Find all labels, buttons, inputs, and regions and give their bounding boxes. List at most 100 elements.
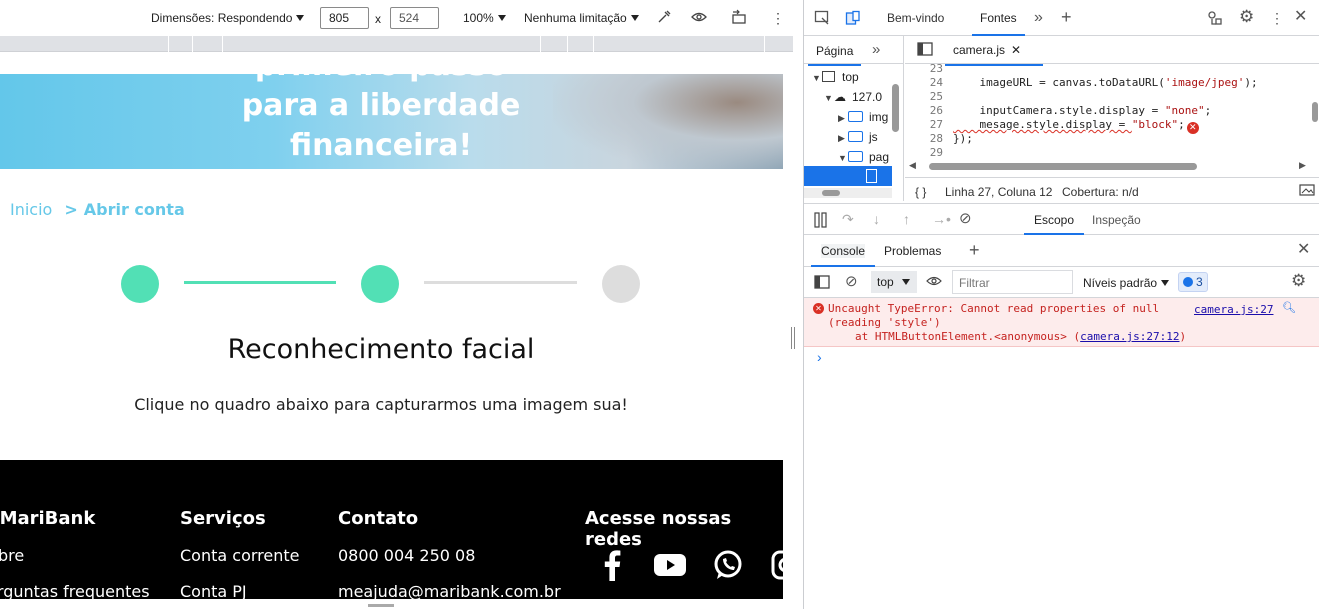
code-line[interactable]: 27 mesage.style.display = "block"; ✕ [905, 118, 1199, 134]
add-drawer-tab-icon[interactable]: + [969, 241, 980, 259]
line-number[interactable]: 25 [905, 90, 943, 104]
line-number[interactable]: 27 [905, 118, 943, 132]
line-number[interactable]: 23 [905, 62, 943, 76]
eyedropper-icon[interactable] [655, 9, 673, 27]
code-line[interactable]: 23 [905, 62, 953, 76]
code-lines[interactable]: 23 24 imageURL = canvas.toDataURL('image/… [905, 62, 1307, 165]
tree-item-selected-file[interactable] [804, 166, 892, 186]
scroll-left-icon[interactable]: ◀ [909, 160, 916, 171]
clear-console-icon[interactable]: ⊘ [845, 274, 858, 290]
console-settings-gear-icon[interactable]: ⚙ [1291, 272, 1306, 289]
footer-email[interactable]: meajuda@maribank.com.br [338, 582, 561, 599]
file-tab-camera-js[interactable]: camera.js ✕ [944, 43, 1044, 66]
code-line[interactable]: 26 inputCamera.style.display = "none"; [905, 104, 1212, 118]
device-emulation-icon[interactable] [845, 10, 861, 29]
more-options-icon[interactable]: ⋮ [1270, 10, 1284, 26]
close-tab-icon[interactable]: ✕ [1011, 43, 1021, 57]
width-input[interactable]: 805 [320, 7, 369, 29]
customize-icon[interactable] [1207, 10, 1223, 29]
pretty-print-button[interactable]: { } [915, 185, 926, 199]
console-sidebar-icon[interactable] [814, 275, 830, 292]
tab-issues[interactable]: Problemas [884, 244, 941, 258]
height-input[interactable]: 524 [390, 7, 439, 29]
footer-link[interactable]: Conta PJ [180, 582, 299, 599]
tab-welcome[interactable]: Bem-vindo [887, 11, 944, 25]
issues-badge[interactable]: 3 [1178, 272, 1208, 292]
footer-col-social: Acesse nossas redes [585, 508, 783, 550]
code-text: ); [1244, 76, 1258, 89]
console-filter-input[interactable]: Filtrar [952, 270, 1073, 294]
tree-item-folder[interactable]: ▶ js [838, 127, 878, 147]
toggle-navigator-icon[interactable] [917, 42, 933, 59]
more-icon[interactable]: ⋮ [769, 9, 787, 27]
add-tab-icon[interactable]: + [1061, 8, 1072, 26]
rotate-icon[interactable] [730, 9, 748, 27]
inspect-element-icon[interactable] [814, 10, 830, 29]
media-query-ruler[interactable] [0, 36, 793, 52]
tree-item-top[interactable]: ▼ top [812, 67, 859, 87]
more-tabs-icon[interactable]: » [872, 42, 880, 58]
settings-gear-icon[interactable]: ⚙ [1239, 8, 1254, 25]
screenshot-icon[interactable] [1299, 184, 1315, 199]
search-icon[interactable]: 🔍︎ [1282, 301, 1296, 314]
zoom-label: 100% [463, 11, 494, 25]
console-toolbar: ⊘ top Filtrar Níveis padrão 3 ⚙ [804, 267, 1319, 298]
footer-link[interactable]: Conta corrente [180, 546, 299, 568]
dimensions-dropdown[interactable]: Dimensões: Respondendo [151, 11, 305, 25]
line-number[interactable]: 26 [905, 104, 943, 118]
close-drawer-icon[interactable]: ✕ [1297, 242, 1310, 258]
eye-icon[interactable] [690, 9, 708, 27]
more-tabs-icon[interactable]: » [1034, 10, 1043, 26]
tab-console[interactable]: Console [810, 244, 876, 267]
pause-icon[interactable] [814, 212, 828, 231]
throttle-dropdown[interactable]: Nenhuma limitação [524, 11, 639, 25]
tab-scope[interactable]: Escopo [1023, 213, 1085, 235]
scroll-right-icon[interactable]: ▶ [1299, 160, 1306, 171]
code-line[interactable]: 28}); [905, 132, 973, 146]
step-out-icon[interactable]: ↑ [903, 211, 910, 227]
deactivate-breakpoints-icon[interactable]: ⊘ [959, 211, 972, 227]
step-icon[interactable]: →• [932, 211, 951, 227]
tree-item-folder[interactable]: ▶ img [838, 107, 888, 127]
close-devtools-icon[interactable]: ✕ [1294, 9, 1307, 25]
error-icon: ✕ [813, 303, 824, 314]
folder-icon [848, 111, 863, 122]
line-number[interactable]: 29 [905, 146, 943, 160]
facebook-icon[interactable] [583, 546, 641, 584]
log-levels-dropdown[interactable]: Níveis padrão [1083, 276, 1170, 290]
inline-error-icon[interactable]: ✕ [1186, 122, 1199, 134]
footer-link[interactable]: Sobre [0, 546, 150, 568]
code-line[interactable]: 29 [905, 146, 953, 160]
tree-label: pag [869, 150, 890, 164]
live-expression-eye-icon[interactable] [925, 274, 943, 291]
navigator-scrollbar[interactable] [804, 188, 892, 198]
breadcrumb-home-link[interactable]: Inicio [10, 200, 52, 219]
footer-phone[interactable]: 0800 004 250 08 [338, 546, 561, 568]
stack-source-link[interactable]: camera.js:27:12 [1080, 330, 1179, 343]
zoom-dropdown[interactable]: 100% [463, 11, 506, 25]
step-over-icon[interactable]: ↷ [842, 211, 854, 227]
tab-page[interactable]: Página [807, 44, 862, 66]
navigator-vscroll-thumb[interactable] [892, 84, 899, 132]
viewport-bottom-resize-handle[interactable] [368, 604, 394, 607]
error-source-link[interactable]: camera.js:27 [1194, 303, 1273, 316]
context-selector[interactable]: top [871, 271, 917, 293]
whatsapp-icon[interactable] [699, 546, 757, 584]
tab-sources[interactable]: Fontes [972, 11, 1025, 36]
tree-item-origin[interactable]: ▼☁ 127.0 [824, 87, 882, 107]
youtube-icon[interactable] [641, 546, 699, 584]
line-number[interactable]: 24 [905, 76, 943, 90]
editor-vscroll-thumb[interactable] [1312, 102, 1318, 122]
instagram-icon[interactable] [757, 546, 783, 584]
console-prompt[interactable]: › [817, 349, 822, 365]
tree-item-folder[interactable]: ▼ pag [838, 147, 889, 167]
line-number[interactable]: 28 [905, 132, 943, 146]
tree-label: img [869, 110, 889, 124]
step-into-icon[interactable]: ↓ [873, 211, 880, 227]
editor-hscrollbar[interactable] [923, 162, 1301, 170]
tab-watch[interactable]: Inspeção [1092, 213, 1141, 227]
code-line[interactable]: 24 imageURL = canvas.toDataURL('image/jp… [905, 76, 1258, 90]
footer-link[interactable]: Perguntas frequentes [0, 582, 150, 599]
code-line[interactable]: 25 [905, 90, 953, 104]
viewport-resize-handle[interactable] [783, 52, 803, 609]
